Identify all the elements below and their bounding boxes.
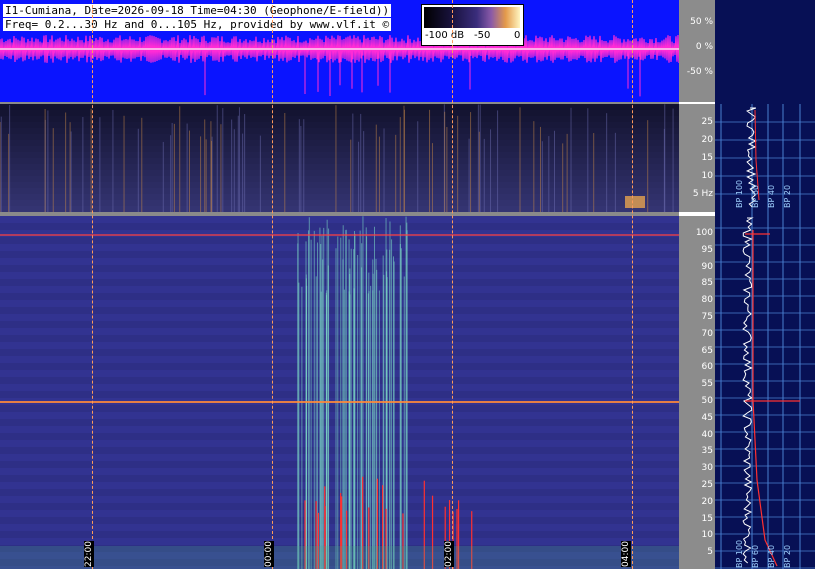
- frequency-tick: 55: [701, 379, 713, 390]
- colorbar-gradient: [424, 7, 520, 28]
- time-label: 22:00: [84, 541, 94, 567]
- colorbar-legend: -100 dB -50 0: [421, 4, 524, 46]
- colorbar-max-label: 0: [514, 30, 521, 41]
- frequency-tick: 100: [695, 228, 713, 238]
- frequency-tick: 15: [701, 513, 713, 524]
- frequency-tick: 5 Hz: [692, 189, 713, 199]
- frequency-tick: 75: [701, 312, 713, 322]
- band-pass-label: BP 100: [735, 539, 744, 568]
- time-marker-line: [92, 0, 93, 569]
- amplitude-tick: -50 %: [686, 67, 713, 77]
- frequency-tick: 15: [701, 153, 713, 163]
- band-pass-label: BP 40: [767, 544, 776, 568]
- frequency-tick: 20: [701, 496, 713, 507]
- frequency-tick: 30: [701, 463, 713, 474]
- station-date-header: I1-Cumiana, Date=2026-09-18 Time=04:30 (…: [3, 4, 392, 17]
- high-frequency-spectrogram: [0, 216, 679, 569]
- band-pass-label: BP 20: [783, 184, 792, 208]
- time-label: 00:00: [264, 541, 274, 567]
- band-pass-label: BP 60: [751, 184, 760, 208]
- frequency-tick: 45: [701, 412, 713, 423]
- frequency-tick: 70: [701, 328, 713, 339]
- colorbar-min-label: -100 dB: [425, 30, 465, 41]
- spectrum-side-panel: BP 100 BP 60 BP 40 BP 20 BP 100 BP 60 BP 40 BP …: [715, 0, 815, 569]
- frequency-tick: 10: [701, 530, 713, 541]
- waveform-panel: I1-Cumiana, Date=2026-09-18 Time=04:30 (…: [0, 0, 679, 102]
- frequency-tick: 95: [701, 244, 713, 255]
- frequency-tick: 20: [701, 135, 713, 145]
- low-frequency-axis: 25 20 15 10 5 Hz: [679, 104, 715, 212]
- time-marker-line: [632, 0, 633, 569]
- frequency-tick: 60: [701, 362, 713, 373]
- band-pass-label: BP 60: [751, 544, 760, 568]
- frequency-tick: 10: [701, 171, 713, 181]
- frequency-tick: 80: [701, 295, 713, 306]
- frequency-tick: 65: [701, 345, 713, 356]
- frequency-tick: 35: [701, 446, 713, 457]
- band-pass-label: BP 40: [767, 184, 776, 208]
- colorbar-mid-label: -50: [474, 30, 491, 41]
- amplitude-tick: 50 %: [690, 17, 713, 27]
- frequency-tick: 50: [701, 396, 713, 406]
- band-pass-label: BP 20: [783, 544, 792, 568]
- amplitude-tick: 0 %: [695, 42, 713, 52]
- time-marker-line: [272, 0, 273, 569]
- time-label: 02:00: [444, 541, 454, 567]
- time-label: 04:00: [621, 541, 631, 567]
- frequency-tick: 85: [701, 278, 713, 289]
- frequency-tick: 90: [701, 261, 713, 272]
- time-marker-line: [452, 0, 453, 569]
- frequency-tick: 25: [701, 480, 713, 490]
- low-frequency-spectrogram: [0, 104, 679, 212]
- vlf-spectrogram-viewer: I1-Cumiana, Date=2026-09-18 Time=04:30 (…: [0, 0, 815, 569]
- frequency-tick: 25: [701, 117, 713, 127]
- frequency-tick: 40: [701, 429, 713, 440]
- high-frequency-axis: 100 95 90 85 80 75 70 65 60 55 50 45 40 35 30 25 20 15 10 5: [679, 216, 715, 569]
- frequency-header: Freq= 0.2...30 Hz and 0...105 Hz, provid…: [3, 18, 392, 31]
- band-pass-label: BP 100: [735, 179, 744, 208]
- frequency-tick: 5: [707, 547, 713, 558]
- amplitude-axis: 50 % 0 % -50 %: [679, 0, 715, 102]
